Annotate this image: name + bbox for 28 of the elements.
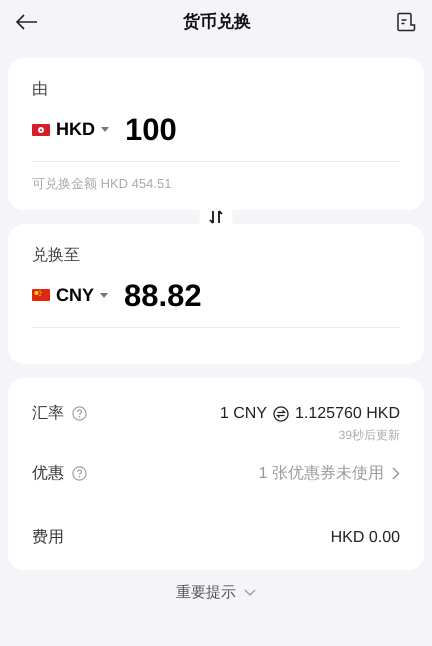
currency-selector[interactable]: CNY xyxy=(32,282,108,308)
document-icon xyxy=(396,12,416,32)
rate-from: 1 CNY xyxy=(220,404,268,424)
amount-field[interactable]: 100 xyxy=(125,114,177,145)
card-label: 兑换至 xyxy=(32,246,81,266)
back-arrow-icon xyxy=(16,14,38,30)
update-note: 39秒后更新 xyxy=(338,426,400,444)
notice-toggle[interactable]: 重要提示 xyxy=(176,582,256,604)
amount-field[interactable]: 88.82 xyxy=(124,280,202,310)
caret-icon xyxy=(101,127,109,132)
swap-icon xyxy=(209,210,223,224)
flag-icon xyxy=(32,124,50,136)
rate-to: 1.125760 HKD xyxy=(295,404,400,424)
chevron-down-icon xyxy=(244,589,256,596)
flag-icon xyxy=(32,289,50,301)
help-icon[interactable] xyxy=(72,466,87,481)
fee-value: HKD 0.00 xyxy=(330,528,400,548)
row-label: 汇率 xyxy=(32,404,64,424)
row-label: 优惠 xyxy=(32,464,64,484)
caret-icon xyxy=(100,292,108,298)
page-title: 货币兑换 xyxy=(183,11,251,34)
card-label: 由 xyxy=(32,80,49,100)
row-label: 费用 xyxy=(32,528,64,548)
available-amount: 可兑换金额 HKD 454.51 xyxy=(32,175,172,193)
exchange-icon xyxy=(273,406,290,422)
help-icon[interactable] xyxy=(72,406,87,421)
currency-selector[interactable]: HKD xyxy=(32,116,109,143)
chevron-right-icon xyxy=(392,467,400,480)
